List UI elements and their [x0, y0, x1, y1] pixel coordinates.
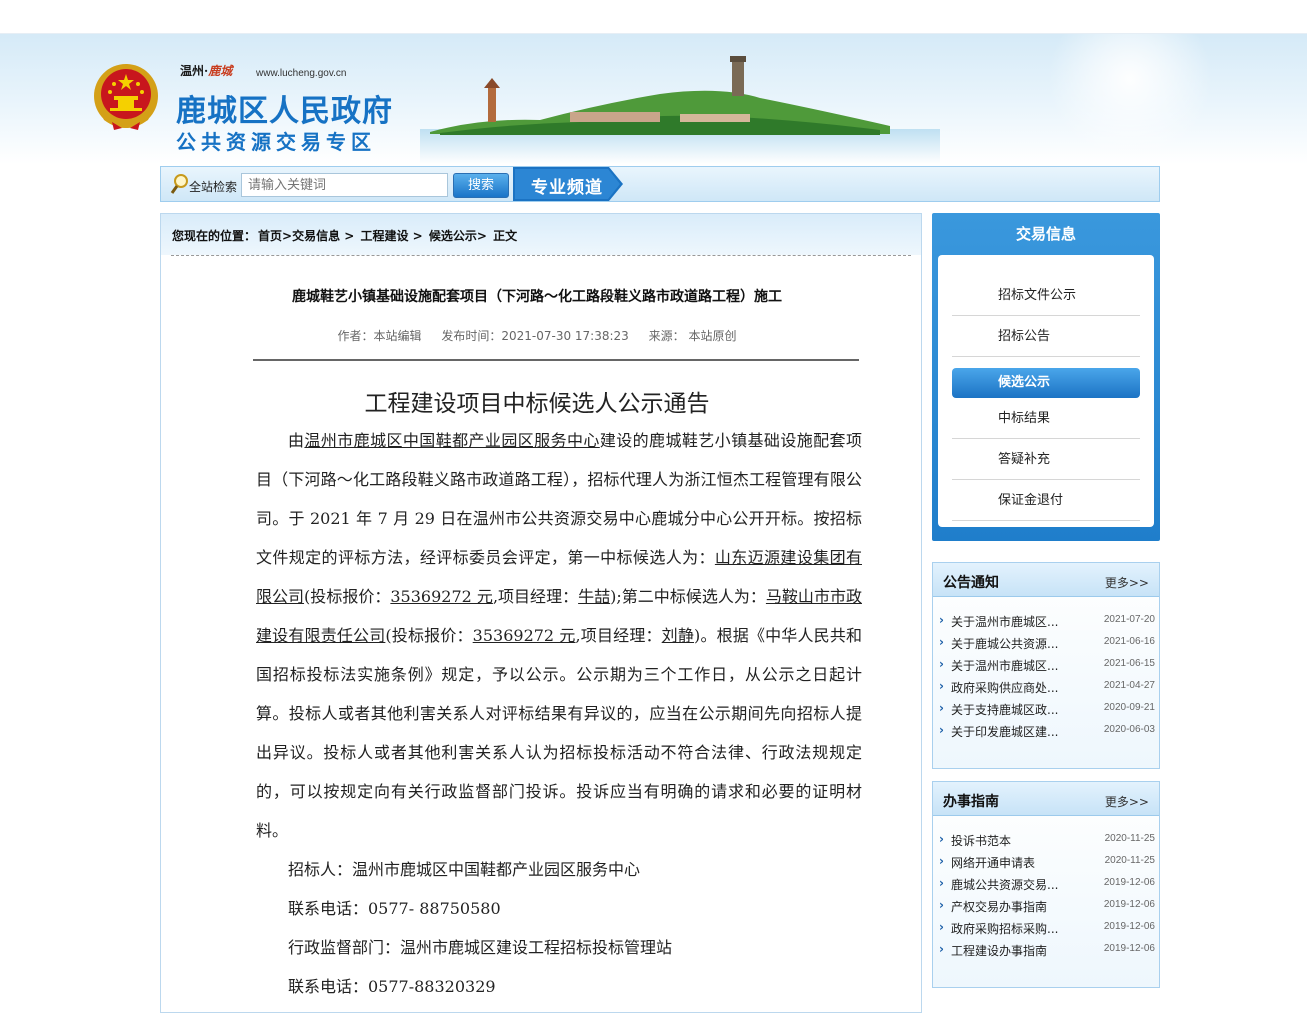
chevron-right-icon: ›	[939, 613, 944, 627]
search-bar: 全站检索 搜索 专业频道	[160, 166, 1160, 202]
list-item[interactable]: › 政府采购供应商处... 2021-04-27	[939, 676, 1157, 698]
site-url: www.lucheng.gov.cn	[256, 68, 347, 79]
chevron-right-icon: ›	[939, 657, 944, 671]
list-item[interactable]: › 关于鹿城公共资源... 2021-06-16	[939, 632, 1157, 654]
owner-link: 温州市鹿城区中国鞋都产业园区服务中心	[304, 431, 600, 450]
first-bid-price: 35369272 元	[390, 587, 493, 606]
notices-header: 公告通知 更多>>	[933, 563, 1159, 597]
chevron-right-icon: ›	[939, 876, 944, 890]
trade-info-title: 交易信息	[1015, 225, 1076, 243]
second-project-manager: 刘静	[661, 626, 695, 645]
list-item[interactable]: › 产权交易办事指南 2019-12-06	[939, 895, 1157, 917]
guides-title: 办事指南	[943, 794, 999, 810]
notices-title: 公告通知	[943, 575, 999, 591]
breadcrumb-engineering[interactable]: 工程建设 >	[361, 229, 423, 243]
search-label: 全站检索	[189, 180, 238, 194]
site-small-brush: 鹿城	[208, 64, 233, 78]
article-body: 由温州市鹿城区中国鞋都产业园区服务中心建设的鹿城鞋艺小镇基础设施配套项目（下河路…	[256, 421, 862, 1006]
search-input[interactable]	[241, 173, 448, 197]
scenery-illustration	[420, 56, 940, 164]
site-banner: 温州·鹿城 www.lucheng.gov.cn 鹿城区人民政府 公共资源交易专…	[0, 34, 1307, 164]
sidebar-item-results[interactable]: 中标结果	[952, 399, 1140, 439]
chevron-right-icon: ›	[939, 942, 944, 956]
guides-box: 办事指南 更多>> › 投诉书范本 2020-11-25 › 网络开通申请表 2020-…	[932, 781, 1160, 988]
notices-more-link[interactable]: 更多>>	[1105, 574, 1149, 591]
tenderer-line: 招标人：温州市鹿城区中国鞋都产业园区服务中心	[288, 860, 641, 879]
sidebar-item-qa[interactable]: 答疑补充	[952, 440, 1140, 480]
list-item[interactable]: › 网络开通申请表 2020-11-25	[939, 851, 1157, 873]
chevron-right-icon: ›	[939, 920, 944, 934]
article-paragraph: 由温州市鹿城区中国鞋都产业园区服务中心建设的鹿城鞋艺小镇基础设施配套项目（下河路…	[256, 431, 862, 840]
article-title: 鹿城鞋艺小镇基础设施配套项目（下河路～化工路段鞋义路市政道路工程）施工	[292, 289, 782, 305]
search-button[interactable]: 搜索	[453, 173, 509, 198]
notice-title: 工程建设项目中标候选人公示通告	[364, 391, 710, 417]
article-panel: 您现在的位置： 首页>交易信息 > 工程建设 > 候选公示> 正文 鹿城鞋艺小镇基…	[160, 213, 922, 1013]
chevron-right-icon: ›	[939, 679, 944, 693]
chevron-right-icon: ›	[939, 854, 944, 868]
list-item[interactable]: › 关于温州市鹿城区... 2021-06-15	[939, 654, 1157, 676]
breadcrumb-candidates[interactable]: 候选公示>	[429, 229, 487, 243]
list-item[interactable]: › 政府采购招标采购... 2019-12-06	[939, 917, 1157, 939]
list-item[interactable]: › 投诉书范本 2020-11-25	[939, 829, 1157, 851]
article-source: 来源： 本站原创	[648, 329, 737, 343]
site-title: 鹿城区人民政府	[176, 94, 393, 129]
sidebar-item-tender-notice[interactable]: 招标公告	[952, 317, 1140, 357]
list-item[interactable]: › 关于印发鹿城区建... 2020-06-03	[939, 720, 1157, 742]
supervisor-phone: 联系电话：0577-88320329	[288, 977, 496, 996]
national-emblem-icon	[94, 64, 158, 130]
breadcrumb-home[interactable]: 首页>交易信息 >	[258, 229, 354, 243]
chevron-right-icon: ›	[939, 723, 944, 737]
tenderer-phone: 联系电话：0577- 88750580	[288, 899, 501, 918]
sidebar-item-candidates[interactable]: 候选公示	[952, 368, 1140, 398]
guides-header: 办事指南 更多>>	[933, 782, 1159, 816]
article-author: 作者：本站编辑	[337, 329, 422, 343]
site-subtitle: 公共资源交易专区	[176, 130, 376, 154]
guides-more-link[interactable]: 更多>>	[1105, 793, 1149, 810]
chevron-right-icon: ›	[939, 635, 944, 649]
article-meta: 作者：本站编辑 发布时间：2021-07-30 17:38:23 来源： 本站原…	[161, 327, 913, 344]
list-item[interactable]: › 工程建设办事指南 2019-12-06	[939, 939, 1157, 961]
site-small-logo: 温州·鹿城	[180, 64, 233, 78]
top-strip	[0, 0, 1307, 34]
breadcrumb-current: 正文	[493, 229, 518, 243]
trade-info-box: 交易信息 招标文件公示 招标公告 候选公示 中标结果 答疑补充 保证金退付	[932, 213, 1160, 541]
list-item[interactable]: › 鹿城公共资源交易... 2019-12-06	[939, 873, 1157, 895]
breadcrumb: 您现在的位置： 首页>交易信息 > 工程建设 > 候选公示> 正文	[172, 227, 519, 244]
chevron-right-icon: ›	[939, 832, 944, 846]
channel-tab[interactable]: 专业频道	[531, 173, 603, 198]
sidebar-item-deposit[interactable]: 保证金退付	[952, 481, 1140, 521]
sidebar-item-tender-docs[interactable]: 招标文件公示	[952, 276, 1140, 316]
trade-info-menu: 招标文件公示 招标公告 候选公示 中标结果 答疑补充 保证金退付	[938, 255, 1154, 527]
chevron-right-icon: ›	[939, 701, 944, 715]
list-item[interactable]: › 关于支持鹿城区政... 2020-09-21	[939, 698, 1157, 720]
breadcrumb-divider	[171, 255, 911, 256]
chevron-right-icon: ›	[939, 898, 944, 912]
first-project-manager: 牛喆	[578, 587, 611, 606]
list-item[interactable]: › 关于温州市鹿城区... 2021-07-20	[939, 610, 1157, 632]
article-publish-time: 发布时间：2021-07-30 17:38:23	[441, 329, 629, 343]
second-bid-price: 35369272 元	[472, 626, 576, 645]
notices-box: 公告通知 更多>> › 关于温州市鹿城区... 2021-07-20 › 关于鹿城公共…	[932, 562, 1160, 769]
sun-glow	[1040, 34, 1220, 154]
supervisor-line: 行政监督部门：温州市鹿城区建设工程招标投标管理站	[288, 938, 673, 957]
article-rule	[253, 359, 859, 361]
breadcrumb-prefix: 您现在的位置：	[172, 229, 257, 243]
